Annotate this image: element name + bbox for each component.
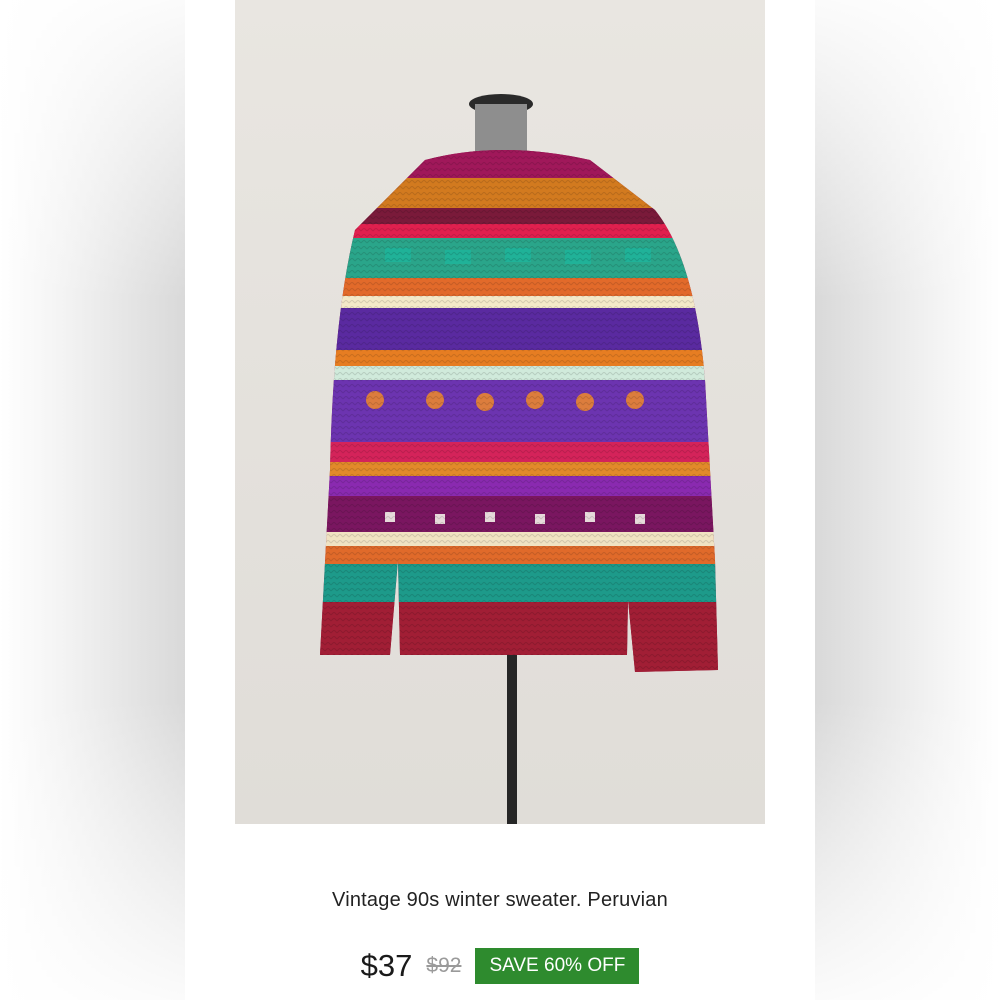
listing-card[interactable]: Vintage 90s winter sweater. Peruvian $37… <box>185 0 815 1000</box>
sweater-image <box>320 94 718 824</box>
left-blur-margin <box>0 0 185 1000</box>
sale-price: $37 <box>360 948 413 983</box>
product-photo[interactable] <box>235 0 765 824</box>
right-blur-margin <box>815 0 1000 1000</box>
product-title: Vintage 90s winter sweater. Peruvian <box>332 889 668 911</box>
original-price: $92 <box>426 954 462 977</box>
price-row: $37 $92 SAVE 60% OFF <box>185 946 815 986</box>
discount-badge: SAVE 60% OFF <box>475 948 640 984</box>
